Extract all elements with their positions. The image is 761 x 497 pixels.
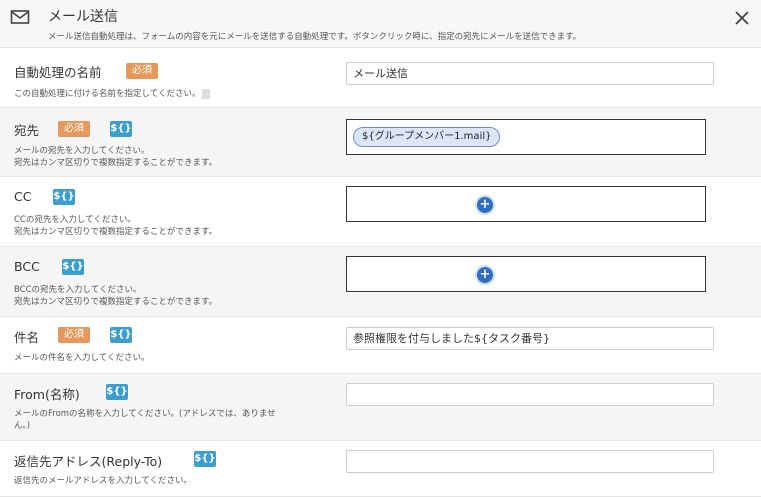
mail-form: 自動処理の名前 必須 この自動処理に付ける名前を指定してください。 メール送信 … xyxy=(0,48,761,497)
from-name-input[interactable] xyxy=(346,383,714,406)
field-row-reply-to: 返信先アドレス(Reply-To) ${} 返信先のメールアドレスを入力してくだ… xyxy=(0,441,761,497)
field-help: BCCの宛先を入力してください。 宛先はカンマ区切りで複数指定することができます… xyxy=(14,285,218,307)
field-help: メールの宛先を入力してください。 宛先はカンマ区切りで複数指定することができます… xyxy=(14,146,218,168)
reply-to-input[interactable] xyxy=(346,450,714,473)
variable-badge: ${} xyxy=(110,327,132,343)
add-cc-icon[interactable]: + xyxy=(477,197,493,213)
text-cursor-marker xyxy=(201,88,210,99)
field-row-name: 自動処理の名前 必須 この自動処理に付ける名前を指定してください。 メール送信 xyxy=(0,48,761,108)
field-row-from-name: From(名称) ${} メールのFromの名称を入力してください。(アドレスで… xyxy=(0,374,761,441)
field-label: BCC xyxy=(14,259,40,274)
variable-badge: ${} xyxy=(110,121,132,137)
field-help: 返信先のメールアドレスを入力してください。 xyxy=(14,476,192,486)
field-help: メールの件名を入力してください。 xyxy=(14,353,150,363)
dialog-description: メール送信自動処理は、フォームの内容を元にメールを送信する自動処理です。ボタンク… xyxy=(48,32,582,42)
field-row-cc: CC ${} CCの宛先を入力してください。 宛先はカンマ区切りで複数指定するこ… xyxy=(0,177,761,247)
recipient-chip[interactable]: ${グループメンバー1.mail} xyxy=(353,127,501,147)
field-label: 件名 xyxy=(14,330,40,345)
field-label: From(名称) xyxy=(14,387,80,402)
variable-badge: ${} xyxy=(53,189,75,205)
variable-badge: ${} xyxy=(62,259,84,275)
add-bcc-icon[interactable]: + xyxy=(477,267,493,283)
to-recipient-box[interactable]: ${グループメンバー1.mail} xyxy=(346,119,706,155)
field-label: 返信先アドレス(Reply-To) xyxy=(14,454,163,469)
bcc-recipient-box[interactable]: + xyxy=(346,256,706,292)
name-input[interactable]: メール送信 xyxy=(346,62,714,85)
field-label: 自動処理の名前 xyxy=(14,65,102,80)
cc-recipient-box[interactable]: + xyxy=(346,186,706,222)
mail-icon xyxy=(10,10,30,24)
subject-input[interactable]: 参照権限を付与しました${タスク番号} xyxy=(346,327,714,350)
close-icon[interactable] xyxy=(733,9,751,27)
required-badge: 必須 xyxy=(126,63,158,79)
dialog-title: メール送信 xyxy=(48,9,118,25)
required-badge: 必須 xyxy=(58,327,90,343)
variable-badge: ${} xyxy=(106,384,128,400)
field-row-to: 宛先 必須 ${} メールの宛先を入力してください。 宛先はカンマ区切りで複数指… xyxy=(0,108,761,177)
field-row-bcc: BCC ${} BCCの宛先を入力してください。 宛先はカンマ区切りで複数指定す… xyxy=(0,247,761,317)
field-help: メールのFromの名称を入力してください。(アドレスでは、ありませ ん。) xyxy=(14,409,276,431)
field-help: CCの宛先を入力してください。 宛先はカンマ区切りで複数指定することができます。 xyxy=(14,215,218,237)
field-label: 宛先 xyxy=(14,123,40,138)
required-badge: 必須 xyxy=(58,121,90,137)
field-row-subject: 件名 必須 ${} メールの件名を入力してください。 参照権限を付与しました${… xyxy=(0,317,761,374)
dialog-header: メール送信 メール送信自動処理は、フォームの内容を元にメールを送信する自動処理で… xyxy=(0,0,761,48)
variable-badge: ${} xyxy=(194,451,216,467)
field-help: この自動処理に付ける名前を指定してください。 xyxy=(14,88,210,100)
field-label: CC xyxy=(14,189,32,204)
